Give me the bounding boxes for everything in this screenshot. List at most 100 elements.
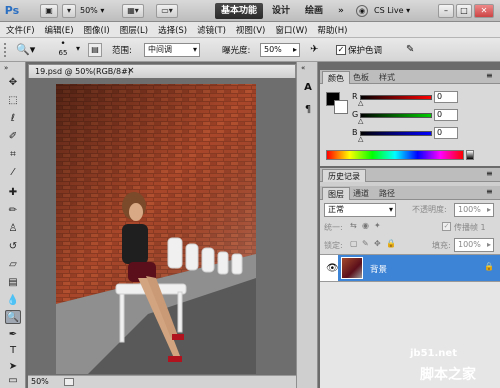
launch-bridge-button[interactable]: ▣ bbox=[40, 4, 58, 18]
shape-tool-icon[interactable]: ▭ bbox=[5, 374, 21, 388]
dodge-tool-icon[interactable]: 🔍 bbox=[5, 310, 21, 324]
tab-swatches[interactable]: 色板 bbox=[348, 71, 374, 84]
exposure-input[interactable]: 50% ▸ bbox=[260, 43, 300, 57]
layer-row[interactable]: 👁 背景 🔒 bbox=[320, 254, 500, 282]
status-menu-icon[interactable] bbox=[64, 378, 74, 386]
range-select[interactable]: 中间调 ▾ bbox=[144, 43, 200, 57]
eraser-tool-icon[interactable]: ▱ bbox=[5, 258, 21, 272]
brush-preset-picker[interactable]: • 65 bbox=[52, 40, 74, 60]
quick-select-tool-icon[interactable]: ✐ bbox=[5, 130, 21, 144]
menu-file[interactable]: 文件(F) bbox=[6, 24, 35, 36]
mini-bridge-button[interactable]: ▾ bbox=[62, 4, 76, 18]
arrange-documents-button[interactable]: ▦▾ bbox=[122, 4, 144, 18]
airbrush-icon[interactable]: ✈ bbox=[310, 43, 324, 57]
character-panel-icon[interactable]: A bbox=[301, 82, 315, 96]
menu-image[interactable]: 图像(I) bbox=[84, 24, 110, 36]
lasso-tool-icon[interactable]: ℓ bbox=[5, 112, 21, 126]
menu-edit[interactable]: 编辑(E) bbox=[45, 24, 74, 36]
lock-transparent-icon[interactable]: ▢ bbox=[350, 239, 358, 248]
clone-stamp-tool-icon[interactable]: ♙ bbox=[5, 222, 21, 236]
panel-menu-icon[interactable]: ≡ bbox=[486, 187, 493, 196]
green-slider-thumb-icon[interactable]: △ bbox=[358, 117, 363, 125]
collapse-arrows-icon[interactable]: » bbox=[4, 64, 8, 72]
menu-filter[interactable]: 滤镜(T) bbox=[197, 24, 226, 36]
workspace-painting-button[interactable]: 绘画 bbox=[305, 3, 323, 19]
workspace-more-button[interactable]: » bbox=[338, 3, 344, 19]
fill-input[interactable]: 100% ▸ bbox=[454, 238, 494, 252]
green-value-input[interactable]: 0 bbox=[434, 109, 458, 121]
tab-paths[interactable]: 路径 bbox=[374, 187, 400, 200]
pressure-size-icon[interactable]: ✎ bbox=[406, 43, 420, 57]
blend-mode-select[interactable]: 正常 ▾ bbox=[324, 203, 396, 217]
lock-pixels-icon[interactable]: ✎ bbox=[362, 239, 369, 248]
menu-window[interactable]: 窗口(W) bbox=[275, 24, 307, 36]
expand-arrows-icon[interactable]: « bbox=[301, 64, 305, 72]
blur-tool-icon[interactable]: 💧 bbox=[5, 294, 21, 308]
menu-layer[interactable]: 图层(L) bbox=[120, 24, 148, 36]
panel-menu-icon[interactable]: ≡ bbox=[486, 71, 493, 80]
lock-position-icon[interactable]: ✥ bbox=[374, 239, 381, 248]
move-tool-icon[interactable]: ✥ bbox=[5, 76, 21, 90]
blue-value-input[interactable]: 0 bbox=[434, 127, 458, 139]
menu-bar: 文件(F) 编辑(E) 图像(I) 图层(L) 选择(S) 滤镜(T) 视图(V… bbox=[0, 22, 500, 38]
protect-tones-checkbox[interactable]: ✓ bbox=[336, 45, 346, 55]
document-tab[interactable]: 19.psd @ 50%(RGB/8#) × bbox=[28, 64, 296, 78]
tab-channels[interactable]: 通道 bbox=[348, 187, 374, 200]
unify-style-icon[interactable]: ✦ bbox=[374, 221, 381, 230]
marquee-tool-icon[interactable]: ⬚ bbox=[5, 94, 21, 108]
maximize-button[interactable]: □ bbox=[456, 4, 472, 18]
lock-all-icon[interactable]: 🔒 bbox=[386, 239, 396, 248]
workspace-essentials-button[interactable]: 基本功能 bbox=[215, 3, 263, 19]
gradient-tool-icon[interactable]: ▤ bbox=[5, 276, 21, 290]
brush-dropdown-icon[interactable]: ▾ bbox=[76, 44, 80, 53]
menu-help[interactable]: 帮助(H) bbox=[317, 24, 347, 36]
green-slider[interactable] bbox=[360, 113, 432, 118]
panel-menu-icon[interactable]: ≡ bbox=[486, 169, 493, 178]
path-selection-tool-icon[interactable]: ➤ bbox=[5, 360, 21, 374]
eyedropper-tool-icon[interactable]: ⁄ bbox=[5, 166, 21, 180]
screen-mode-button[interactable]: ▭▾ bbox=[156, 4, 178, 18]
menu-select[interactable]: 选择(S) bbox=[158, 24, 187, 36]
red-value-input[interactable]: 0 bbox=[434, 91, 458, 103]
red-slider-thumb-icon[interactable]: △ bbox=[358, 99, 363, 107]
tab-layers[interactable]: 图层 bbox=[322, 187, 350, 200]
unify-visibility-icon[interactable]: ◉ bbox=[362, 221, 369, 230]
workspace-design-button[interactable]: 设计 bbox=[272, 3, 290, 19]
opacity-input[interactable]: 100% ▸ bbox=[454, 203, 494, 217]
propagate-frame-checkbox[interactable]: ✓ bbox=[442, 222, 451, 231]
document-canvas[interactable] bbox=[28, 78, 296, 375]
brush-tool-icon[interactable]: ✏ bbox=[5, 204, 21, 218]
type-tool-icon[interactable]: T bbox=[5, 344, 21, 358]
blue-slider[interactable] bbox=[360, 131, 432, 136]
status-zoom-value[interactable]: 50% bbox=[31, 377, 49, 386]
tab-color[interactable]: 颜色 bbox=[322, 71, 350, 84]
tool-preset-picker[interactable]: 🔍▾ bbox=[16, 42, 42, 58]
close-icon[interactable]: × bbox=[127, 66, 135, 76]
layer-thumbnail bbox=[341, 257, 363, 279]
history-brush-tool-icon[interactable]: ↺ bbox=[5, 240, 21, 254]
healing-brush-tool-icon[interactable]: ✚ bbox=[5, 186, 21, 200]
brush-panel-toggle-icon[interactable]: ▤ bbox=[88, 43, 102, 57]
watermark-site: jb51.net bbox=[410, 348, 457, 359]
layer-row-selected[interactable]: 背景 🔒 bbox=[338, 255, 500, 281]
color-spectrum-bar[interactable] bbox=[326, 150, 464, 160]
red-slider[interactable] bbox=[360, 95, 432, 100]
pen-tool-icon[interactable]: ✒ bbox=[5, 328, 21, 342]
tab-styles[interactable]: 样式 bbox=[374, 71, 400, 84]
minimize-button[interactable]: – bbox=[438, 4, 454, 18]
paragraph-panel-icon[interactable]: ¶ bbox=[301, 104, 315, 118]
layer-name[interactable]: 背景 bbox=[370, 263, 387, 275]
zoom-level-menu[interactable]: 50% ▾ bbox=[80, 4, 110, 18]
grayscale-ramp[interactable] bbox=[466, 150, 474, 160]
tab-history[interactable]: 历史记录 bbox=[322, 169, 366, 182]
menu-view[interactable]: 视图(V) bbox=[236, 24, 265, 36]
eye-icon[interactable]: 👁 bbox=[326, 263, 339, 274]
cs-live-button[interactable]: CS Live ▾ bbox=[374, 4, 428, 18]
blue-slider-thumb-icon[interactable]: △ bbox=[358, 135, 363, 143]
background-color-swatch[interactable] bbox=[334, 100, 348, 114]
unify-position-icon[interactable]: ⇆ bbox=[350, 221, 357, 230]
lock-label: 锁定: bbox=[324, 241, 343, 250]
crop-tool-icon[interactable]: ⌗ bbox=[5, 148, 21, 162]
close-button[interactable]: ✕ bbox=[474, 4, 494, 18]
canvas-area[interactable] bbox=[28, 78, 296, 375]
